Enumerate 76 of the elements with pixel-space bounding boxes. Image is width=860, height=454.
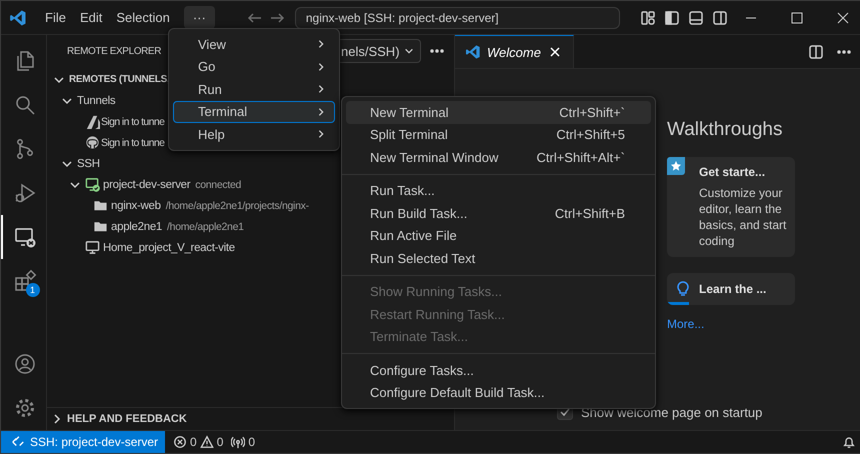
lightbulb-icon [675, 281, 691, 297]
warning-count[interactable]: 0 [216, 435, 224, 449]
menu-item[interactable]: Run Selected Text [346, 247, 651, 270]
panel-toggle-icon[interactable] [688, 10, 704, 26]
shortcut-label: Ctrl+Shift+B [554, 206, 625, 221]
count-badge: 1 [26, 283, 40, 297]
antenna-icon[interactable] [231, 435, 246, 449]
menu-item[interactable]: Run Build Task... Ctrl+Shift+B [346, 202, 651, 224]
extensions-icon[interactable] [12, 269, 36, 293]
section-header[interactable]: REMOTES (TUNNELS, [69, 74, 170, 85]
bell-icon[interactable] [842, 435, 856, 449]
walkthrough-card[interactable]: Get starte... Customize your editor, learn the basics, and start coding [667, 157, 795, 257]
remote-indicator-button[interactable]: SSH: project-dev-server [1, 431, 166, 453]
card-title: Learn the ... [699, 282, 766, 296]
tree-item-label[interactable]: Home_project_V_react-vite [103, 242, 235, 254]
tree-item-label[interactable]: Sign in to tunne [101, 136, 164, 148]
ports-count[interactable]: 0 [248, 435, 256, 449]
star-icon [670, 160, 682, 172]
check-icon [559, 406, 571, 418]
chevron-right-icon [316, 106, 326, 117]
app-logo-icon [465, 44, 481, 60]
warning-icon[interactable] [200, 435, 214, 449]
secondary-sidebar-toggle-icon[interactable] [712, 10, 728, 26]
chevron-right-icon [316, 84, 326, 94]
tree-item-label[interactable]: apple2ne1 [111, 220, 162, 232]
menu-item[interactable]: Go [173, 56, 335, 78]
section-heading: Walkthroughs [667, 119, 784, 141]
menu-item[interactable]: Split Terminal Ctrl+Shift+5 [346, 124, 651, 146]
menu-button[interactable]: Selection [110, 6, 176, 29]
account-icon[interactable] [12, 352, 36, 376]
editor-tab[interactable]: Welcome [455, 35, 574, 68]
split-editor-icon[interactable] [808, 44, 824, 60]
menu-item[interactable]: Help [173, 123, 335, 146]
card-description: Customize your editor, learn the basics, and start coding [699, 185, 787, 249]
tree-item-description: connected [195, 178, 242, 190]
card-title: Get starte... [699, 165, 766, 179]
menu-button[interactable]: ··· [184, 6, 215, 29]
monitor-icon [85, 240, 100, 255]
chevron-right-icon [316, 129, 326, 140]
remote-type-dropdown[interactable]: nels/SSH) [337, 39, 421, 63]
menu-item[interactable]: Run Active File [346, 224, 651, 247]
tree-item-label[interactable]: Tunnels [77, 94, 116, 106]
tree-item-description: /home/apple2ne1/projects/nginx- [166, 200, 309, 212]
menu-item[interactable]: Configure Default Build Task... [346, 382, 651, 404]
menu-item[interactable]: Terminal [173, 100, 335, 123]
menu-button[interactable]: Edit [74, 6, 108, 29]
layout-icon[interactable] [640, 10, 656, 26]
shortcut-label: Ctrl+Shift+Alt+` [536, 150, 625, 165]
tree-item-label[interactable]: SSH [77, 158, 100, 170]
tree-item-label[interactable]: nginx-web [111, 200, 161, 212]
menu-button[interactable]: File [39, 6, 72, 29]
menu-item[interactable]: Run [173, 78, 335, 100]
shortcut-label: Ctrl+Shift+5 [556, 127, 625, 142]
remote-icon [11, 435, 25, 449]
monitor-check-icon [85, 177, 100, 192]
section-header[interactable]: HELP AND FEEDBACK [67, 413, 187, 425]
sidebar-toggle-icon[interactable] [664, 10, 680, 26]
walkthrough-card[interactable]: Learn the ... [667, 273, 795, 305]
menu-item[interactable]: View [173, 33, 335, 56]
menu-item[interactable]: Configure Tasks... [346, 359, 651, 382]
error-count[interactable]: 0 [190, 435, 197, 449]
shortcut-label: Ctrl+Shift+` [559, 104, 625, 120]
menu-item[interactable]: New Terminal Window Ctrl+Shift+Alt+` [346, 146, 651, 168]
menu-item[interactable]: New Terminal Ctrl+Shift+` [346, 101, 651, 124]
app-logo-icon [9, 8, 27, 26]
tree-item-description: /home/apple2ne1 [167, 220, 244, 232]
tree-item-label[interactable]: project-dev-server [103, 178, 190, 190]
command-center-field[interactable]: nginx-web [SSH: project-dev-server] [294, 6, 620, 28]
chevron-right-icon [316, 62, 326, 72]
more-link[interactable]: More... [667, 317, 704, 331]
tree-item-label[interactable]: Sign in to tunne [101, 116, 164, 128]
error-icon[interactable] [173, 435, 188, 449]
sidebar-title: REMOTE EXPLORER [67, 46, 162, 56]
chevron-right-icon [316, 39, 326, 50]
chevron-down-icon [404, 46, 414, 56]
menu-item[interactable]: Run Task... [346, 180, 651, 202]
